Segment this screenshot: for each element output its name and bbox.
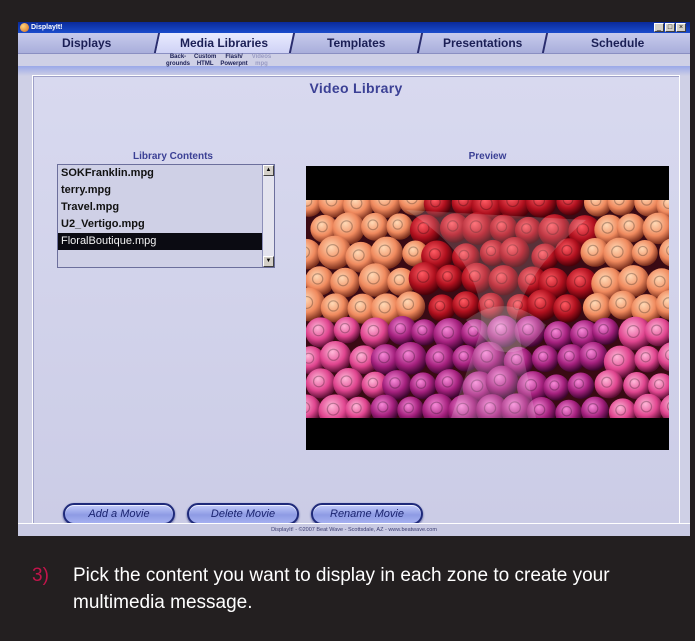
subtab-videos[interactable]: Videos mpg bbox=[252, 54, 272, 72]
tab-displays[interactable]: Displays bbox=[18, 33, 161, 53]
library-contents-label: Library Contents bbox=[132, 151, 213, 162]
tab-media-libraries[interactable]: Media Libraries bbox=[155, 33, 296, 53]
scroll-down-arrow-icon[interactable]: ▼ bbox=[263, 256, 274, 267]
main-tab-bar: Displays Media Libraries Templates Prese… bbox=[18, 33, 690, 54]
preview-label: Preview bbox=[468, 151, 507, 162]
step-number: 3) bbox=[32, 565, 49, 586]
window-controls: _ □ × bbox=[654, 23, 686, 32]
tab-label: Displays bbox=[62, 36, 112, 50]
list-item[interactable]: terry.mpg bbox=[58, 182, 262, 199]
library-listbox[interactable]: SOKFranklin.mpg terry.mpg Travel.mpg U2_… bbox=[57, 164, 275, 268]
maximize-button[interactable]: □ bbox=[665, 23, 675, 32]
scroll-up-arrow-icon[interactable]: ▲ bbox=[263, 165, 274, 176]
subtab-custom-html[interactable]: Custom HTML bbox=[194, 54, 216, 72]
subtab-backgrounds[interactable]: Back- grounds bbox=[166, 54, 190, 72]
content-panel: Video Library Library Contents Preview S… bbox=[32, 75, 680, 525]
library-list: SOKFranklin.mpg terry.mpg Travel.mpg U2_… bbox=[58, 165, 262, 267]
tab-label: Templates bbox=[326, 36, 386, 50]
video-preview bbox=[306, 166, 669, 450]
tab-label: Media Libraries bbox=[180, 36, 269, 50]
minimize-button[interactable]: _ bbox=[654, 23, 664, 32]
list-item[interactable]: SOKFranklin.mpg bbox=[58, 165, 262, 182]
app-logo-icon bbox=[20, 23, 29, 32]
title-bar: DisplayIt! _ □ × bbox=[18, 22, 690, 33]
tab-templates[interactable]: Templates bbox=[290, 33, 424, 53]
close-button[interactable]: × bbox=[676, 23, 686, 32]
tab-presentations[interactable]: Presentations bbox=[418, 33, 549, 53]
tab-label: Presentations bbox=[442, 36, 523, 50]
list-scrollbar[interactable]: ▲ ▼ bbox=[262, 165, 274, 267]
status-bar: DisplayIt! - ©2007 Beat Wave - Scottsdal… bbox=[18, 523, 690, 536]
rename-movie-button[interactable]: Rename Movie bbox=[311, 503, 423, 525]
list-item[interactable]: U2_Vertigo.mpg bbox=[58, 216, 262, 233]
delete-movie-button[interactable]: Delete Movie bbox=[187, 503, 299, 525]
list-item-selected[interactable]: FloralBoutique.mpg bbox=[58, 233, 262, 250]
add-movie-button[interactable]: Add a Movie bbox=[63, 503, 175, 525]
app-title: DisplayIt! bbox=[31, 24, 63, 31]
tab-schedule[interactable]: Schedule bbox=[544, 33, 690, 53]
tab-label: Schedule bbox=[591, 36, 645, 50]
preview-roses-image bbox=[306, 200, 669, 418]
media-subtabs: Back- grounds Custom HTML Flash/ Powerpn… bbox=[166, 54, 271, 72]
page-title: Video Library bbox=[309, 80, 403, 96]
list-item[interactable]: Travel.mpg bbox=[58, 199, 262, 216]
step-text: Pick the content you want to display in … bbox=[73, 565, 610, 613]
app-window: DisplayIt! _ □ × Displays Media Librarie… bbox=[18, 22, 690, 536]
subtab-flash-powerpoint[interactable]: Flash/ Powerpnt bbox=[220, 54, 247, 72]
